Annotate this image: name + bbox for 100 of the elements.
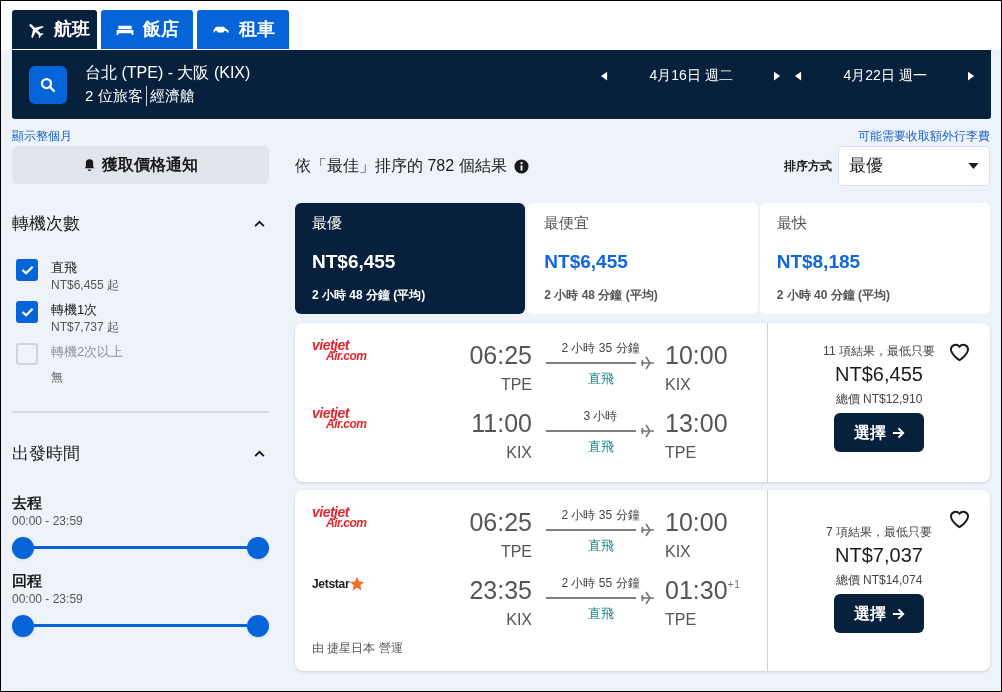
date-button[interactable]: 4月22日 週一: [815, 65, 955, 86]
logo-text: Air.com: [326, 351, 367, 362]
baggage-fee-link[interactable]: 可能需要收取額外行李費: [858, 128, 990, 144]
option-label: 直飛: [51, 258, 78, 277]
departure-time: 06:25: [469, 340, 532, 370]
select-button[interactable]: 選擇: [834, 413, 924, 452]
arrival-time: 10:00: [665, 340, 728, 370]
check-icon: [20, 264, 34, 275]
select-button[interactable]: 選擇: [834, 594, 924, 633]
tab[interactable]: 飯店: [101, 10, 193, 49]
logo-text: Air.com: [326, 419, 367, 430]
logo-text: Air.com: [326, 518, 367, 529]
logo-text: Jetstar: [312, 576, 350, 593]
heart-icon[interactable]: [948, 508, 971, 529]
cabin-text[interactable]: 經濟艙: [146, 86, 195, 106]
bell-icon: [83, 158, 96, 172]
option-price: NT$7,737 起: [51, 318, 120, 335]
range-text: 00:00 - 23:59: [12, 591, 84, 607]
results-summary: 依「最佳」排序的 782 個結果: [295, 156, 507, 176]
tab-price: NT$8,185: [776, 250, 861, 274]
checkbox[interactable]: [16, 300, 38, 323]
heart-icon[interactable]: [948, 341, 971, 362]
slider-handle[interactable]: [247, 537, 269, 559]
departure-time: 11:00: [471, 408, 532, 438]
airport-code: TPE: [500, 375, 532, 395]
duration-text: 2 小時 35 分鐘: [561, 507, 640, 523]
price-alert-button[interactable]: 獲取價格通知: [12, 146, 269, 184]
travelers-text[interactable]: 2 位旅客: [85, 86, 146, 106]
stops-text: 直飛: [587, 605, 614, 623]
stops-text: 直飛: [587, 537, 614, 555]
logo-text: vietjet: [312, 507, 349, 518]
arrival-time: 13:00: [665, 408, 728, 438]
search-icon: [39, 75, 57, 94]
option-label: 轉機1次: [51, 300, 99, 319]
collapse-caret-icon[interactable]: [254, 449, 265, 457]
range-text: 00:00 - 23:59: [12, 513, 84, 529]
search-button[interactable]: [29, 65, 67, 104]
airport-code: TPE: [500, 542, 532, 562]
section-heading: 轉機次數: [12, 213, 80, 235]
day-offset: +1: [727, 577, 741, 590]
result-count-text: 11 項結果，最低只要: [823, 343, 935, 359]
airport-code: KIX: [506, 443, 532, 463]
stops-text: 直飛: [587, 370, 614, 388]
slider-handle[interactable]: [12, 537, 34, 559]
range-label: 去程: [12, 493, 43, 513]
tab[interactable]: 航班: [12, 10, 97, 49]
airport-code: TPE: [665, 443, 697, 463]
operated-by-text: 由 捷星日本 營運: [312, 640, 404, 657]
arrival-time: 10:00: [665, 507, 728, 537]
check-icon: [20, 306, 34, 317]
tab-price: NT$6,455: [544, 250, 628, 274]
right-triangle-icon: [968, 70, 975, 81]
option-label: 轉機2次以上: [51, 342, 124, 361]
month-link[interactable]: 顯示整個月: [12, 128, 72, 144]
tab-duration: 2 小時 40 分鐘 (平均): [776, 287, 890, 303]
stops-text: 直飛: [587, 438, 614, 456]
sort-tab[interactable]: 最快 NT$8,185 2 小時 40 分鐘 (平均): [759, 203, 990, 314]
option-price: 無: [51, 368, 64, 385]
tab-duration: 2 小時 48 分鐘 (平均): [544, 287, 658, 303]
arrow-icon: [891, 426, 905, 439]
star-icon: [349, 576, 366, 592]
sort-tab[interactable]: 最優 NT$6,455 2 小時 48 分鐘 (平均): [295, 203, 526, 314]
sort-tab[interactable]: 最便宜 NT$6,455 2 小時 48 分鐘 (平均): [527, 203, 758, 314]
slider-handle[interactable]: [12, 615, 34, 637]
info-icon[interactable]: [513, 158, 529, 174]
option-price: NT$6,455 起: [51, 276, 120, 293]
slider-handle[interactable]: [247, 615, 269, 637]
checkbox[interactable]: [16, 258, 38, 281]
duration-text: 3 小時: [583, 408, 618, 424]
tab-label: 最快: [776, 213, 807, 233]
right-triangle-icon: [774, 70, 781, 81]
left-triangle-icon: [795, 70, 802, 81]
section-heading: 出發時間: [12, 442, 80, 465]
sort-label: 排序方式: [784, 158, 832, 175]
logo-text: vietjet: [312, 408, 349, 419]
left-triangle-icon: [601, 70, 608, 81]
airport-code: KIX: [506, 610, 532, 630]
date-button[interactable]: 4月16日 週二: [621, 65, 761, 86]
tab-label: 最優: [312, 213, 342, 233]
tab-price: NT$6,455: [312, 250, 396, 274]
tab-label: 最便宜: [544, 213, 590, 233]
dropdown-caret-icon: [968, 163, 979, 169]
tab[interactable]: 租車: [197, 10, 289, 49]
arrow-icon: [891, 607, 905, 620]
arrival-time: 01:30: [665, 575, 728, 605]
price-text: NT$6,455: [835, 362, 923, 387]
duration-text: 2 小時 55 分鐘: [561, 575, 640, 591]
logo-text: vietjet: [312, 340, 349, 351]
tab-duration: 2 小時 48 分鐘 (平均): [312, 287, 426, 303]
total-price-text: 總價 NT$12,910: [835, 391, 923, 407]
price-text: NT$7,037: [835, 543, 923, 568]
total-price-text: 總價 NT$14,074: [835, 572, 923, 588]
route-text[interactable]: 台北 (TPE) - 大阪 (KIX): [85, 63, 251, 83]
duration-text: 2 小時 35 分鐘: [561, 340, 640, 356]
sort-dropdown[interactable]: 最優: [838, 146, 990, 186]
airport-code: TPE: [665, 610, 697, 630]
departure-time: 23:35: [469, 575, 532, 605]
collapse-caret-icon[interactable]: [254, 220, 265, 228]
airport-code: KIX: [665, 375, 691, 395]
airport-code: KIX: [665, 542, 691, 562]
